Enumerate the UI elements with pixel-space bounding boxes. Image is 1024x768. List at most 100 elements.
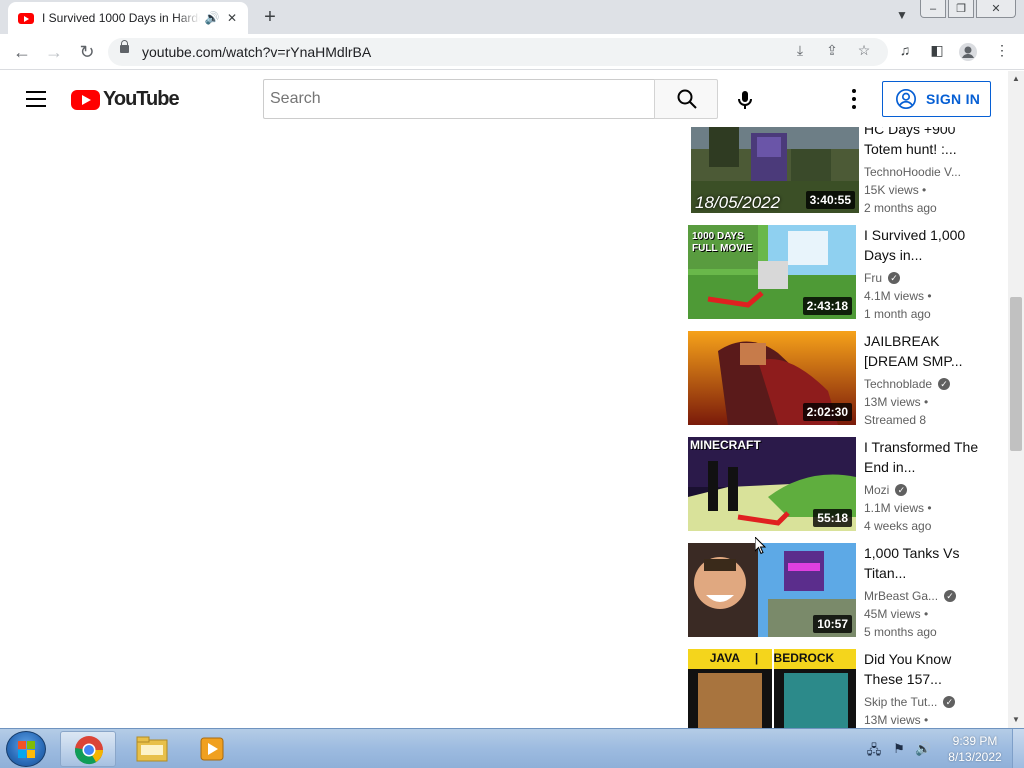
related-video-card[interactable]: 10:57 1,000 Tanks Vs Titan... MrBeast Ga… [688,543,998,649]
clock-date: 8/13/2022 [948,750,1002,764]
install-app-icon[interactable]: ⤓ [790,42,810,59]
restore-window-button[interactable]: ❐ [948,0,974,18]
search-box[interactable] [263,79,655,119]
video-thumbnail[interactable]: JAVA | BEDROCK [688,649,856,728]
taskbar-chrome[interactable] [60,731,116,767]
taskbar-media-player[interactable] [184,731,240,767]
channel-name[interactable]: TechnoHoodie V... [864,163,961,181]
account-icon [896,89,916,109]
bookmark-star-icon[interactable]: ☆ [854,42,874,59]
media-player-icon [200,737,224,761]
video-thumbnail[interactable]: 1000 DAYS FULL MOVIE 2:43:18 [688,225,856,319]
search-button[interactable] [654,79,718,119]
watch-page-content: 18/05/2022 3:40:55 HC Days +900 Totem hu… [0,127,1008,728]
start-button[interactable] [6,731,46,767]
show-desktop-button[interactable] [1012,729,1024,768]
lock-icon[interactable] [120,40,129,53]
verified-check-icon: ✓ [943,696,956,708]
view-count: 13M views [864,713,921,727]
view-count: 45M views [864,607,921,621]
upload-age: 1 month ago [864,307,931,321]
taskbar-clock[interactable]: 9:39 PM 8/13/2022 [940,733,1010,765]
speaker-icon[interactable]: 🔊 [204,11,220,25]
address-bar[interactable]: youtube.com/watch?v=rYnaHMdlrBA ⤓ ⇪ ☆ [108,38,888,66]
channel-name[interactable]: Technoblade [864,375,932,393]
scroll-down-arrow-icon[interactable]: ▼ [1008,712,1024,728]
side-panel-icon[interactable]: ◧ [927,42,947,59]
related-video-card[interactable]: 18/05/2022 3:40:55 HC Days +900 Totem hu… [688,127,998,225]
windows-taskbar: 🖧 ⚑ 🔊 9:39 PM 8/13/2022 [0,728,1024,768]
video-title[interactable]: I Transformed The End in... [864,437,984,477]
profile-avatar-icon[interactable] [958,42,978,65]
video-thumbnail[interactable]: MINECRAFT 55:18 [688,437,856,531]
video-thumbnail[interactable]: 2:02:30 [688,331,856,425]
search-icon [677,89,697,109]
video-title[interactable]: JAILBREAK [DREAM SMP... [864,331,984,371]
youtube-logo[interactable]: YouTube [71,88,180,111]
video-duration: 10:57 [813,615,852,633]
volume-icon[interactable]: 🔊 [915,741,931,757]
microphone-icon[interactable] [733,88,757,112]
verified-check-icon: ✓ [888,272,900,284]
mouse-cursor-icon [755,537,767,555]
video-thumbnail[interactable]: 10:57 [688,543,856,637]
sign-in-button[interactable]: SIGN IN [882,81,991,117]
browser-menu-icon[interactable]: ⋮ [992,42,1012,59]
video-title[interactable]: Did You Know These 157... [864,649,984,689]
upload-age: Streamed 8 [864,413,927,427]
channel-name[interactable]: Fru [864,269,882,287]
video-title[interactable]: HC Days +900 Totem hunt! :... [864,127,984,159]
back-arrow-icon[interactable]: ← [10,40,34,64]
tab-close-icon[interactable]: ✕ [224,11,240,25]
new-tab-button[interactable]: + [258,6,282,28]
related-video-card[interactable]: 2:02:30 JAILBREAK [DREAM SMP... Technobl… [688,331,998,437]
minimize-window-button[interactable]: – [920,0,946,18]
address-url[interactable]: youtube.com/watch?v=rYnaHMdlrBA [142,44,371,60]
hamburger-menu-icon[interactable] [26,91,46,107]
channel-name[interactable]: MrBeast Ga... [864,587,938,605]
youtube-masthead: YouTube SIGN IN [0,71,1008,127]
verified-check-icon: ✓ [944,590,957,602]
youtube-favicon-icon [18,12,34,24]
youtube-play-icon [71,89,100,110]
thumbnail-overlay-text: JAVA | BEDROCK [709,651,835,665]
thumbnail-date-text: 18/05/2022 [695,193,781,212]
view-count: 13M views [864,395,921,409]
video-duration: 55:18 [813,509,852,527]
channel-name[interactable]: Skip the Tut... [864,693,937,711]
upload-age: 2 months ago [864,201,937,215]
channel-name[interactable]: Mozi [864,481,889,499]
close-window-button[interactable]: ✕ [976,0,1016,18]
related-video-card[interactable]: JAVA | BEDROCK Did You Know These 157...… [688,649,998,728]
tab-search-chevron-icon[interactable]: ▼ [896,8,908,22]
page-scrollbar[interactable]: ▲ ▼ [1008,71,1024,728]
reload-icon[interactable]: ↻ [75,40,99,64]
verified-check-icon: ✓ [895,484,908,496]
chrome-icon [75,736,103,765]
related-video-card[interactable]: MINECRAFT 55:18 I Transformed The End in… [688,437,998,543]
video-thumbnail[interactable]: 18/05/2022 3:40:55 [691,127,859,213]
network-icon[interactable]: 🖧 [866,741,882,757]
thumbnail-overlay-text: MINECRAFT [690,438,761,452]
share-icon[interactable]: ⇪ [822,42,842,59]
browser-tab-strip: I Survived 1000 Days in Hardcore Minecra… [0,0,1024,34]
video-title[interactable]: 1,000 Tanks Vs Titan... [864,543,984,583]
view-count: 1.1M views [864,501,925,515]
view-count: 15K views [864,183,919,197]
folder-icon [136,736,168,762]
media-control-icon[interactable]: ♫ [895,42,915,58]
video-title[interactable]: I Survived 1,000 Days in... [864,225,984,265]
browser-toolbar: ← → ↻ youtube.com/watch?v=rYnaHMdlrBA ⤓ … [0,34,1024,70]
action-center-flag-icon[interactable]: ⚑ [891,741,907,757]
related-video-card[interactable]: 1000 DAYS FULL MOVIE 2:43:18 I Survived … [688,225,998,331]
settings-more-icon[interactable] [846,87,862,111]
search-input[interactable] [264,80,655,118]
taskbar-file-explorer[interactable] [124,731,180,767]
video-duration: 3:40:55 [805,191,855,209]
forward-arrow-icon[interactable]: → [42,40,66,64]
browser-tab[interactable]: I Survived 1000 Days in Hardcore Minecra… [8,2,248,34]
youtube-wordmark: YouTube [103,88,180,110]
scroll-up-arrow-icon[interactable]: ▲ [1008,71,1024,87]
clock-time: 9:39 PM [952,734,998,748]
scrollbar-thumb[interactable] [1010,297,1022,451]
